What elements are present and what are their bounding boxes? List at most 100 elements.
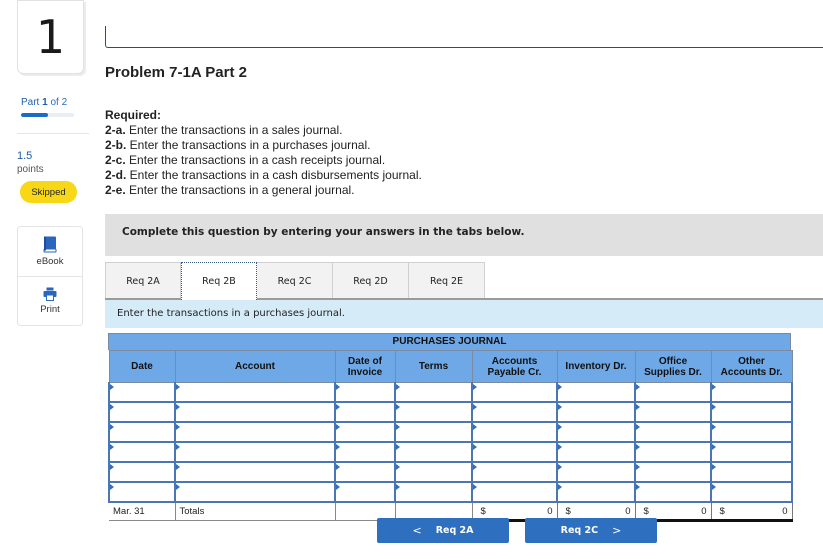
journal-row bbox=[108, 421, 793, 443]
inventory-dr-input[interactable] bbox=[558, 483, 634, 502]
date-of-invoice-input[interactable] bbox=[336, 403, 394, 422]
accounts-payable-cr-input[interactable] bbox=[473, 383, 556, 402]
journal-row bbox=[108, 461, 793, 483]
other-accounts-dr-input[interactable] bbox=[712, 483, 791, 502]
date-of-invoice-input[interactable] bbox=[336, 443, 394, 462]
date-of-invoice-input[interactable] bbox=[336, 463, 394, 482]
date-input[interactable] bbox=[110, 443, 174, 462]
accounts-payable-cr-input[interactable] bbox=[473, 423, 556, 442]
accounts-payable-cr-input[interactable] bbox=[473, 443, 556, 462]
requirement-item: 2-a. Enter the transactions in a sales j… bbox=[105, 123, 343, 137]
terms-input[interactable] bbox=[396, 383, 471, 402]
inventory-dr-input[interactable] bbox=[558, 463, 634, 482]
tab-req-2c[interactable]: Req 2C bbox=[257, 262, 333, 299]
total-other-accounts-dr: $0 bbox=[711, 502, 793, 522]
cell-date bbox=[108, 461, 176, 483]
total-value: 0 bbox=[547, 506, 553, 517]
cell-account bbox=[174, 461, 336, 483]
part-progress-fill bbox=[21, 113, 48, 117]
cell-office-supplies-dr bbox=[634, 461, 712, 483]
print-label: Print bbox=[40, 304, 60, 315]
cell-terms bbox=[394, 421, 473, 443]
office-supplies-dr-input[interactable] bbox=[636, 403, 710, 422]
date-of-invoice-input[interactable] bbox=[336, 483, 394, 502]
date-input[interactable] bbox=[110, 383, 174, 402]
other-accounts-dr-input[interactable] bbox=[712, 403, 791, 422]
account-input[interactable] bbox=[176, 483, 334, 502]
cell-terms bbox=[394, 441, 473, 463]
office-supplies-dr-input[interactable] bbox=[636, 463, 710, 482]
requirement-item: 2-c. Enter the transactions in a cash re… bbox=[105, 153, 386, 167]
inventory-dr-input[interactable] bbox=[558, 403, 634, 422]
cell-office-supplies-dr bbox=[634, 401, 712, 423]
accounts-payable-cr-input[interactable] bbox=[473, 483, 556, 502]
date-input[interactable] bbox=[110, 463, 174, 482]
cell-date bbox=[108, 421, 176, 443]
tab-req-2d[interactable]: Req 2D bbox=[333, 262, 409, 299]
cell-inventory-dr bbox=[556, 461, 636, 483]
office-supplies-dr-input[interactable] bbox=[636, 423, 710, 442]
inventory-dr-input[interactable] bbox=[558, 383, 634, 402]
date-of-invoice-input[interactable] bbox=[336, 383, 394, 402]
office-supplies-dr-input[interactable] bbox=[636, 443, 710, 462]
tab-req-2e[interactable]: Req 2E bbox=[409, 262, 485, 299]
cell-date bbox=[108, 481, 176, 503]
office-supplies-dr-input[interactable] bbox=[636, 383, 710, 402]
accounts-payable-cr-input[interactable] bbox=[473, 403, 556, 422]
chevron-right-icon: > bbox=[612, 524, 622, 537]
cell-other-accounts-dr bbox=[710, 401, 793, 423]
cell-other-accounts-dr bbox=[710, 461, 793, 483]
account-input[interactable] bbox=[176, 403, 334, 422]
account-input[interactable] bbox=[176, 463, 334, 482]
print-button[interactable]: Print bbox=[18, 276, 82, 325]
terms-input[interactable] bbox=[396, 443, 471, 462]
prev-req-button[interactable]: < Req 2A bbox=[377, 518, 509, 543]
journal-row bbox=[108, 441, 793, 463]
account-input[interactable] bbox=[176, 383, 334, 402]
currency-symbol: $ bbox=[565, 506, 571, 517]
cell-date-of-invoice bbox=[334, 461, 396, 483]
requirements-block: Required: 2-a. Enter the transactions in… bbox=[105, 108, 422, 198]
cell-accounts-payable-cr bbox=[471, 401, 558, 423]
date-input[interactable] bbox=[110, 403, 174, 422]
cell-terms bbox=[394, 382, 473, 403]
question-number: 1 bbox=[35, 10, 66, 64]
accounts-payable-cr-input[interactable] bbox=[473, 463, 556, 482]
journal-header-row: Date Account Date of Invoice Terms Accounts Pa… bbox=[108, 350, 793, 383]
date-input[interactable] bbox=[110, 423, 174, 442]
journal-row bbox=[108, 382, 793, 403]
date-of-invoice-input[interactable] bbox=[336, 423, 394, 442]
ebook-label: eBook bbox=[36, 256, 64, 267]
next-req-button[interactable]: Req 2C > bbox=[525, 518, 657, 543]
requirement-item: 2-e. Enter the transactions in a general… bbox=[105, 183, 355, 197]
other-accounts-dr-input[interactable] bbox=[712, 443, 791, 462]
cell-date-of-invoice bbox=[334, 382, 396, 403]
other-accounts-dr-input[interactable] bbox=[712, 463, 791, 482]
cell-date bbox=[108, 401, 176, 423]
requirement-tabs: Req 2A Req 2B Req 2C Req 2D Req 2E bbox=[105, 262, 485, 300]
account-input[interactable] bbox=[176, 443, 334, 462]
office-supplies-dr-input[interactable] bbox=[636, 483, 710, 502]
terms-input[interactable] bbox=[396, 423, 471, 442]
date-input[interactable] bbox=[110, 483, 174, 502]
account-input[interactable] bbox=[176, 423, 334, 442]
other-accounts-dr-input[interactable] bbox=[712, 383, 791, 402]
terms-input[interactable] bbox=[396, 483, 471, 502]
requirement-item: 2-d. Enter the transactions in a cash di… bbox=[105, 168, 422, 182]
cell-other-accounts-dr bbox=[710, 382, 793, 403]
points-label: points bbox=[17, 164, 44, 175]
inventory-dr-input[interactable] bbox=[558, 423, 634, 442]
terms-input[interactable] bbox=[396, 463, 471, 482]
totals-label: Totals bbox=[175, 502, 336, 521]
terms-input[interactable] bbox=[396, 403, 471, 422]
other-accounts-dr-input[interactable] bbox=[712, 423, 791, 442]
tab-req-2b[interactable]: Req 2B bbox=[181, 262, 257, 300]
instructions-banner: Complete this question by entering your … bbox=[105, 214, 823, 256]
tab-req-2a[interactable]: Req 2A bbox=[105, 262, 181, 299]
total-value: 0 bbox=[625, 506, 631, 517]
ebook-button[interactable]: eBook bbox=[18, 227, 82, 276]
required-heading: Required: bbox=[105, 108, 162, 122]
cell-accounts-payable-cr bbox=[471, 461, 558, 483]
inventory-dr-input[interactable] bbox=[558, 443, 634, 462]
column-header-account: Account bbox=[174, 350, 336, 383]
